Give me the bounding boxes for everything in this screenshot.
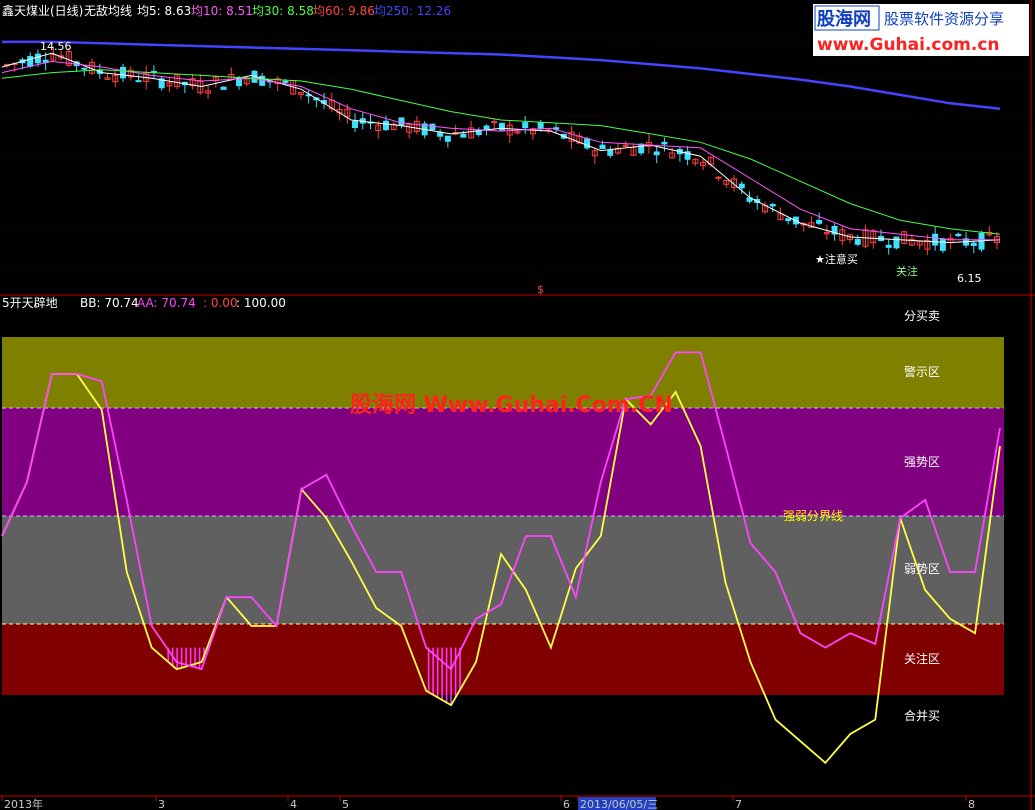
candle-body (893, 236, 900, 249)
candle-body (584, 138, 591, 149)
candle-body (27, 56, 34, 67)
logo-slogan: 股票软件资源分享 (884, 10, 1004, 28)
ma60-label: 均60: 9.86 (313, 4, 375, 18)
candle-body (955, 233, 962, 237)
x-tick-label: 5 (342, 798, 349, 810)
x-tick-label: 2013年 (4, 797, 43, 810)
x-tick-label: 6 (563, 798, 570, 810)
ma30-label: 均30: 8.58 (252, 4, 314, 18)
candle-body (653, 151, 660, 156)
candle-body (522, 122, 529, 129)
candle-body (282, 80, 289, 84)
logo-url: www.Guhai.com.cn (817, 35, 1000, 55)
x-tick-label: 7 (735, 798, 742, 810)
candle-body (885, 244, 892, 248)
candle-body (932, 233, 939, 246)
candle-body (34, 53, 41, 64)
candle-body (444, 135, 451, 142)
candle-body (460, 133, 467, 138)
candle-body (135, 80, 142, 83)
v1-value: : 0.00 (203, 296, 238, 310)
zone-label-top: 分买卖 (904, 309, 940, 323)
x-tick-label: 8 (968, 798, 975, 810)
candle-body (607, 149, 614, 156)
candle-body (398, 117, 405, 126)
candle-body (81, 67, 88, 70)
ma5-label: 均5: 8.63 (137, 4, 191, 18)
zone-label-buy: 合并买 (904, 708, 940, 723)
signal-watch-label: 关注 (896, 264, 918, 278)
x-tick-label: 4 (290, 798, 297, 810)
ma10-label: 均10: 8.51 (191, 4, 253, 18)
candle-body (769, 204, 776, 207)
x-tick-label: 2013/06/05/三 (580, 798, 658, 810)
indicator-name: 5开天辟地 (2, 295, 58, 310)
zone-label-divider: 强弱分界线 (783, 509, 843, 523)
zone-label-strong: 强势区 (904, 455, 940, 469)
candle-body (599, 144, 606, 150)
zone-label-weak: 弱势区 (904, 562, 940, 576)
ma-line-均10 (1, 60, 1000, 241)
zone-label-warning: 警示区 (904, 364, 940, 379)
logo: 股海网 股票软件资源分享 www.Guhai.com.cn (813, 4, 1029, 56)
price-candles (3, 46, 1001, 256)
chart-canvas: 分买卖 警示区 强势区 强弱分界线 弱势区 关注区 合并买 鑫天煤业(日线) 无… (0, 0, 1035, 810)
x-tick-label: 3 (158, 798, 165, 810)
signal-buy-label: ★注意买 (815, 252, 858, 266)
dollar-marker: $ (537, 283, 544, 296)
ma250-label: 均250: 12.26 (374, 4, 451, 18)
candle-body (382, 120, 389, 131)
center-watermark: 股海网 Www.Guhai.Com.CN (350, 392, 673, 418)
bb-value: BB: 70.74 (80, 296, 139, 310)
high-price-label: 14.56 (40, 40, 72, 53)
candle-body (120, 66, 127, 79)
candle-body (638, 143, 645, 154)
x-axis: 2013年 3 4 5 6 2013/06/05/三 7 8 (1, 796, 975, 810)
candle-body (738, 183, 745, 189)
candle-body (437, 131, 444, 137)
zone-strong (2, 408, 1004, 516)
candle-body (939, 238, 946, 251)
ma-line-均5 (1, 52, 1001, 244)
candle-body (970, 242, 977, 246)
stock-title: 鑫天煤业(日线) (2, 3, 83, 18)
indicator-title: 无敌均线 (84, 3, 132, 18)
candle-body (854, 238, 861, 245)
logo-text: 股海网 (816, 8, 871, 30)
v2-value: : 100.00 (236, 296, 286, 310)
zone-label-watch: 关注区 (904, 651, 940, 666)
candle-body (220, 86, 227, 90)
candle-body (352, 120, 359, 128)
zone-weak (2, 516, 1004, 624)
low-price-label: 6.15 (957, 272, 982, 285)
aa-value: AA: 70.74 (137, 296, 196, 310)
candle-body (785, 218, 792, 222)
candle-body (537, 122, 544, 130)
candle-body (816, 220, 823, 224)
candle-body (661, 141, 668, 145)
ma-line-均30 (1, 69, 1001, 235)
